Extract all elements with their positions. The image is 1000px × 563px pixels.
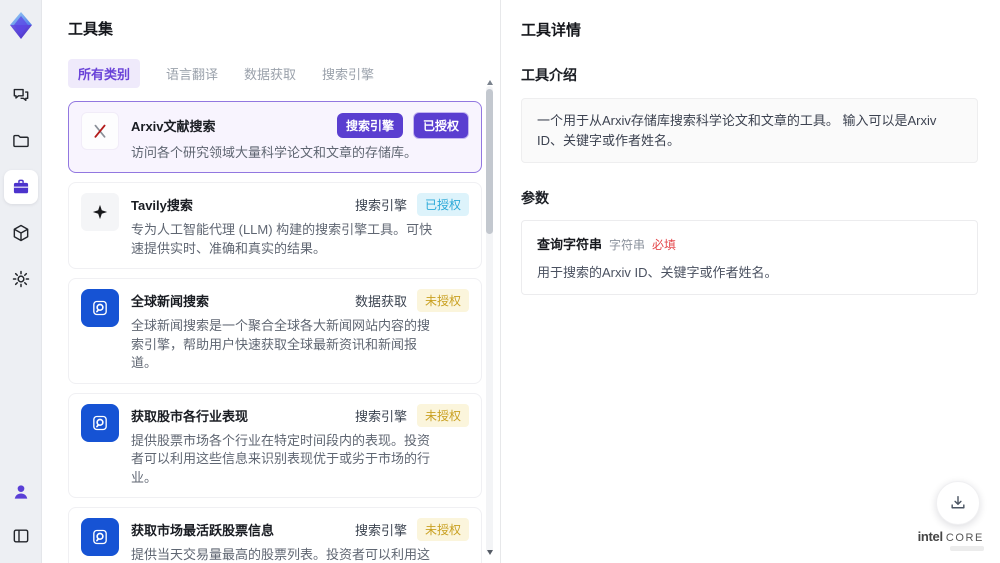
stock-search-icon bbox=[81, 518, 119, 557]
list-scrollbar[interactable] bbox=[486, 80, 493, 555]
parameter-card: 查询字符串 字符串 必填 用于搜索的Arxiv ID、关键字或作者姓名。 bbox=[521, 220, 978, 295]
tab-all-categories[interactable]: 所有类别 bbox=[68, 59, 141, 88]
download-icon bbox=[948, 493, 968, 513]
app-root: 工具集 所有类别 语言翻译 数据获取 搜索引擎 Arxiv文献搜索 搜索引擎 已… bbox=[0, 0, 1000, 563]
parameter-name: 查询字符串 bbox=[537, 237, 603, 252]
tool-intro-text: 一个用于从Arxiv存储库搜索科学论文和文章的工具。 输入可以是Arxiv ID… bbox=[521, 98, 978, 163]
scrollbar-thumb[interactable] bbox=[486, 89, 493, 234]
app-logo-gem-icon bbox=[3, 8, 39, 44]
sidebar-nav bbox=[3, 78, 38, 296]
tab-data-fetch[interactable]: 数据获取 bbox=[244, 59, 296, 88]
scrollbar-down-arrow-icon[interactable] bbox=[487, 550, 493, 555]
tool-name: Arxiv文献搜索 bbox=[131, 119, 216, 134]
category-badge: 数据获取 bbox=[354, 294, 407, 310]
sidebar-item-user[interactable] bbox=[4, 475, 38, 509]
user-icon bbox=[11, 482, 31, 502]
folder-icon bbox=[11, 131, 31, 151]
tool-description: 全球新闻搜索是一个聚合全球各大新闻网站内容的搜索引擎，帮助用户快速获取全球最新资… bbox=[131, 318, 431, 371]
briefcase-icon bbox=[11, 177, 31, 197]
tool-name: Tavily搜索 bbox=[131, 198, 193, 214]
parameter-required-badge: 必填 bbox=[652, 238, 677, 252]
app-sidebar bbox=[0, 0, 42, 563]
settings-icon bbox=[11, 269, 31, 289]
tool-card-content: Arxiv文献搜索 搜索引擎 已授权 访问各个研究领域大量科学论文和文章的存储库… bbox=[131, 112, 469, 162]
sidebar-bottom bbox=[4, 475, 38, 553]
download-button[interactable] bbox=[935, 481, 980, 525]
news-search-icon bbox=[81, 289, 119, 328]
status-badge: 未授权 bbox=[416, 403, 469, 427]
tavily-icon bbox=[81, 193, 119, 232]
tool-card-tavily[interactable]: Tavily搜索 搜索引擎 已授权 专为人工智能代理 (LLM) 构建的搜索引擎… bbox=[68, 182, 482, 270]
status-badge: 未授权 bbox=[416, 289, 469, 313]
scrollbar-up-arrow-icon[interactable] bbox=[487, 80, 493, 85]
tool-card-content: 获取市场最活跃股票信息 搜索引擎 未授权 提供当天交易量最高的股票列表。投资者可… bbox=[131, 518, 469, 563]
details-title: 工具详情 bbox=[521, 22, 582, 39]
tool-name: 获取股市各行业表现 bbox=[131, 408, 249, 424]
chat-icon bbox=[11, 85, 31, 105]
sidebar-item-packages[interactable] bbox=[4, 216, 38, 250]
parameter-type: 字符串 bbox=[609, 238, 646, 252]
status-badge: 已授权 bbox=[412, 112, 469, 139]
parameter-description: 用于搜索的Arxiv ID、关键字或作者姓名。 bbox=[537, 265, 778, 280]
collapse-panel-icon bbox=[11, 526, 31, 546]
sidebar-item-files[interactable] bbox=[4, 124, 38, 158]
category-badge: 搜索引擎 bbox=[354, 523, 407, 539]
tool-list: Arxiv文献搜索 搜索引擎 已授权 访问各个研究领域大量科学论文和文章的存储库… bbox=[68, 101, 482, 563]
sidebar-item-collapse[interactable] bbox=[4, 519, 38, 553]
tool-details-panel: 工具详情 工具介绍 一个用于从Arxiv存储库搜索科学论文和文章的工具。 输入可… bbox=[500, 0, 1000, 563]
tool-card-content: 全球新闻搜索 数据获取 未授权 全球新闻搜索是一个聚合全球各大新闻网站内容的搜索… bbox=[131, 289, 469, 372]
brand-intel-text: intel bbox=[917, 529, 944, 544]
tool-description: 访问各个研究领域大量科学论文和文章的存储库。 bbox=[131, 145, 418, 160]
page-title: 工具集 bbox=[68, 21, 114, 38]
status-badge: 已授权 bbox=[416, 193, 469, 217]
params-heading: 参数 bbox=[521, 190, 549, 206]
intel-core-logo: intel core bbox=[918, 529, 984, 544]
tool-description: 专为人工智能代理 (LLM) 构建的搜索引擎工具。可快速提供实时、准确和真实的结… bbox=[131, 222, 433, 256]
sidebar-item-settings[interactable] bbox=[4, 262, 38, 296]
tool-name: 获取市场最活跃股票信息 bbox=[131, 523, 275, 539]
status-badge: 未授权 bbox=[416, 518, 469, 542]
brand-core-text: core bbox=[945, 532, 984, 544]
sidebar-item-chat[interactable] bbox=[4, 78, 38, 112]
tool-description: 提供当天交易量最高的股票列表。投资者可以利用这些信息来识别流动性强的股票和潜在的… bbox=[131, 547, 431, 563]
category-badge: 搜索引擎 bbox=[354, 408, 407, 424]
category-tabs: 所有类别 语言翻译 数据获取 搜索引擎 bbox=[68, 59, 500, 88]
tool-card-arxiv[interactable]: Arxiv文献搜索 搜索引擎 已授权 访问各个研究领域大量科学论文和文章的存储库… bbox=[68, 101, 482, 174]
tool-card-active-stocks[interactable]: 获取市场最活跃股票信息 搜索引擎 未授权 提供当天交易量最高的股票列表。投资者可… bbox=[68, 507, 482, 563]
tab-search-engine[interactable]: 搜索引擎 bbox=[322, 59, 374, 88]
intro-heading: 工具介绍 bbox=[521, 67, 577, 83]
stock-search-icon bbox=[81, 403, 119, 442]
tool-card-content: Tavily搜索 搜索引擎 已授权 专为人工智能代理 (LLM) 构建的搜索引擎… bbox=[131, 193, 469, 258]
sidebar-item-tools[interactable] bbox=[3, 170, 38, 204]
arxiv-icon bbox=[81, 112, 119, 150]
brand-watermark bbox=[950, 546, 984, 551]
package-icon bbox=[11, 223, 31, 243]
category-badge: 搜索引擎 bbox=[354, 198, 407, 214]
tab-language-translation[interactable]: 语言翻译 bbox=[166, 59, 218, 88]
tool-card-global-news[interactable]: 全球新闻搜索 数据获取 未授权 全球新闻搜索是一个聚合全球各大新闻网站内容的搜索… bbox=[68, 278, 482, 384]
tool-card-content: 获取股市各行业表现 搜索引擎 未授权 提供股票市场各个行业在特定时间段内的表现。… bbox=[131, 403, 469, 487]
category-badge: 搜索引擎 bbox=[336, 113, 403, 138]
tool-description: 提供股票市场各个行业在特定时间段内的表现。投资者可以利用这些信息来识别表现优于或… bbox=[131, 432, 431, 485]
tool-card-sector-performance[interactable]: 获取股市各行业表现 搜索引擎 未授权 提供股票市场各个行业在特定时间段内的表现。… bbox=[68, 392, 482, 499]
tools-panel: 工具集 所有类别 语言翻译 数据获取 搜索引擎 Arxiv文献搜索 搜索引擎 已… bbox=[42, 0, 500, 563]
corner-widgets: intel core bbox=[918, 481, 984, 551]
tool-name: 全球新闻搜索 bbox=[131, 294, 210, 310]
